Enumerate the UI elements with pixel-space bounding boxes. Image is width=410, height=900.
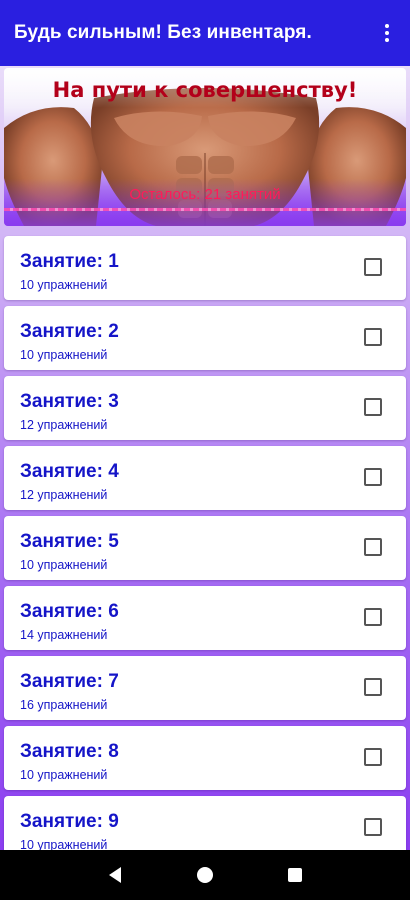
exercise-count: 10 упражнений: [20, 768, 108, 782]
app-title: Будь сильным! Без инвентаря.: [14, 22, 312, 43]
banner-divider: [4, 208, 406, 211]
lesson-done-checkbox[interactable]: [364, 538, 382, 556]
back-triangle-icon[interactable]: [95, 855, 135, 895]
lesson-card[interactable]: Занятие: 7 16 упражнений: [4, 656, 406, 720]
remaining-sessions-text: Осталось: 21 занятий: [129, 186, 281, 203]
lesson-card[interactable]: Занятие: 2 10 упражнений: [4, 306, 406, 370]
lesson-done-checkbox[interactable]: [364, 468, 382, 486]
exercise-count: 10 упражнений: [20, 278, 108, 292]
main-content[interactable]: На пути к совершенству! Осталось: 21 зан…: [0, 66, 410, 850]
lesson-done-checkbox[interactable]: [364, 608, 382, 626]
lesson-done-checkbox[interactable]: [364, 678, 382, 696]
exercise-count: 12 упражнений: [20, 488, 108, 502]
lesson-title: Занятие: 9: [20, 811, 119, 832]
lesson-title: Занятие: 1: [20, 251, 119, 272]
lesson-done-checkbox[interactable]: [364, 818, 382, 836]
lesson-card[interactable]: Занятие: 1 10 упражнений: [4, 236, 406, 300]
lesson-card[interactable]: Занятие: 3 12 упражнений: [4, 376, 406, 440]
recents-square-icon[interactable]: [275, 855, 315, 895]
lesson-card[interactable]: Занятие: 4 12 упражнений: [4, 446, 406, 510]
app-bar: Будь сильным! Без инвентаря.: [0, 0, 410, 66]
lesson-done-checkbox[interactable]: [364, 258, 382, 276]
home-circle-icon[interactable]: [185, 855, 225, 895]
lesson-list: Занятие: 1 10 упражнений Занятие: 2 10 упра…: [4, 236, 406, 850]
lesson-card[interactable]: Занятие: 9 10 упражнений: [4, 796, 406, 850]
lesson-done-checkbox[interactable]: [364, 328, 382, 346]
exercise-count: 10 упражнений: [20, 558, 108, 572]
exercise-count: 16 упражнений: [20, 698, 108, 712]
lesson-title: Занятие: 7: [20, 671, 119, 692]
lesson-done-checkbox[interactable]: [364, 748, 382, 766]
lesson-title: Занятие: 3: [20, 391, 119, 412]
exercise-count: 10 упражнений: [20, 348, 108, 362]
banner-title: На пути к совершенству!: [52, 78, 358, 102]
progress-banner: На пути к совершенству! Осталось: 21 зан…: [4, 68, 406, 226]
exercise-count: 12 упражнений: [20, 418, 108, 432]
lesson-card[interactable]: Занятие: 6 14 упражнений: [4, 586, 406, 650]
lesson-card[interactable]: Занятие: 5 10 упражнений: [4, 516, 406, 580]
exercise-count: 10 упражнений: [20, 838, 108, 850]
lesson-title: Занятие: 5: [20, 531, 119, 552]
lesson-title: Занятие: 6: [20, 601, 119, 622]
exercise-count: 14 упражнений: [20, 628, 108, 642]
lesson-title: Занятие: 8: [20, 741, 119, 762]
lesson-card[interactable]: Занятие: 8 10 упражнений: [4, 726, 406, 790]
lesson-done-checkbox[interactable]: [364, 398, 382, 416]
lesson-title: Занятие: 2: [20, 321, 119, 342]
more-vert-icon[interactable]: [372, 0, 402, 66]
lesson-title: Занятие: 4: [20, 461, 119, 482]
system-nav-bar: [0, 850, 410, 900]
